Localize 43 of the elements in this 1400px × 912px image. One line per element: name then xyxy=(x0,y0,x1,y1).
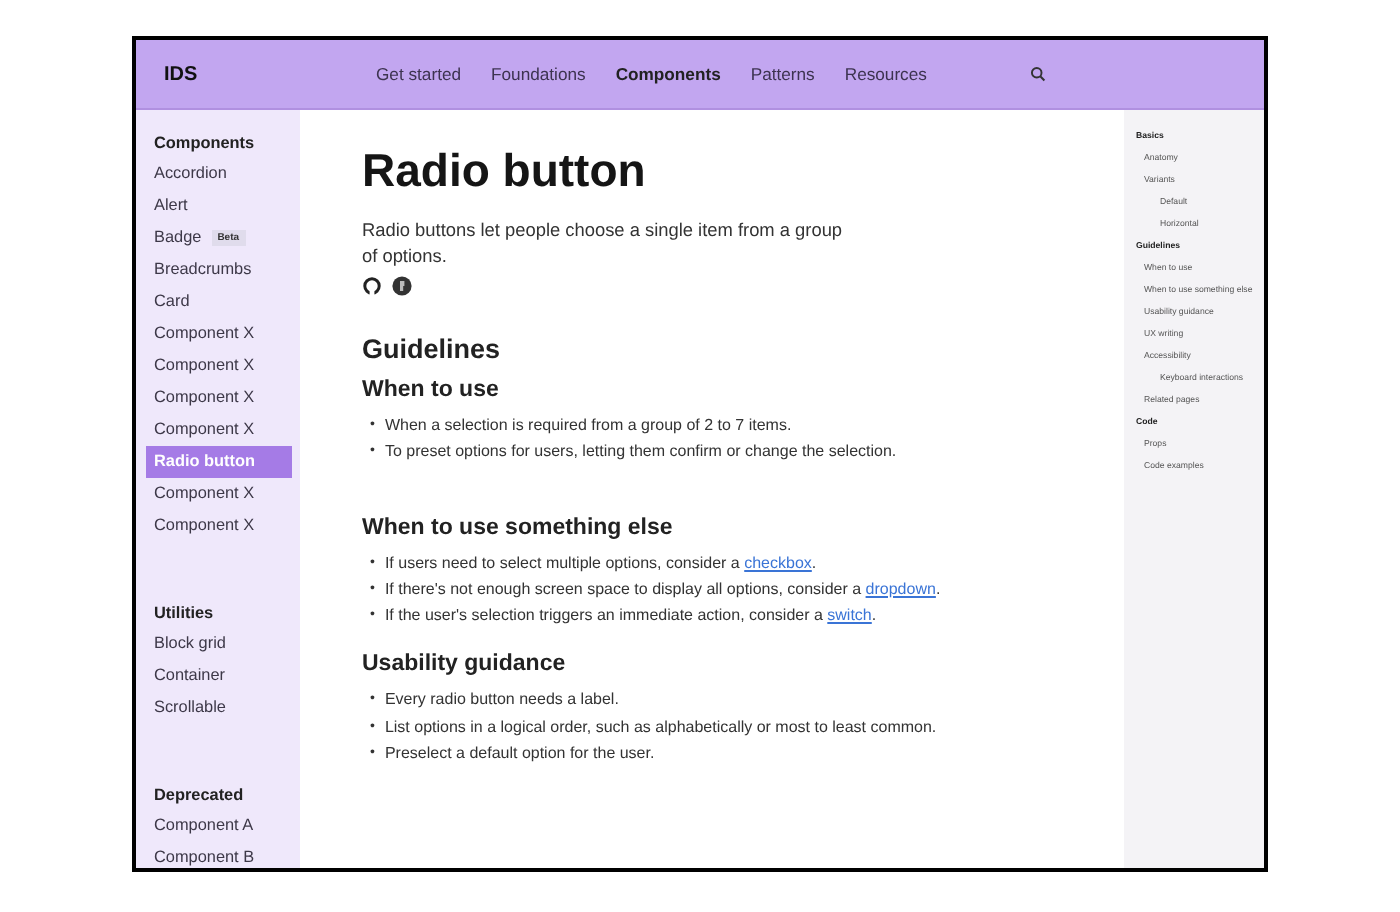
subsection-heading: When to use xyxy=(362,378,501,402)
bullet-text: Every radio button needs a label. xyxy=(384,688,619,713)
sidebar-item[interactable]: Card xyxy=(146,286,292,318)
sidebar-item[interactable]: Component A xyxy=(146,810,292,842)
sidebar-item[interactable]: Breadcrumbs xyxy=(146,254,292,286)
intro-text: Radio buttons let people choose a single item from a group of options. xyxy=(362,218,845,270)
bullet-text: If there's not enough screen space to display all options, consider a dropdown. xyxy=(384,577,941,602)
nav-link[interactable]: Components xyxy=(615,64,721,84)
bullet-text: If the user's selection triggers an immediate action, consider a switch. xyxy=(384,604,877,629)
sidebar-item[interactable]: Accordion xyxy=(146,158,292,190)
subsection-heading: Usability guidance xyxy=(362,652,568,677)
bullet-text: Preselect a default option for the user. xyxy=(384,742,655,767)
bullet-text: List options in a logical order, such as alphabetically or most to least common. xyxy=(384,715,937,740)
sidebar-heading: Components xyxy=(152,132,257,156)
nav-link[interactable]: Patterns xyxy=(750,64,815,84)
sidebar-item[interactable]: Component X xyxy=(146,510,292,542)
text-link[interactable]: dropdown xyxy=(865,579,936,598)
nav-link[interactable]: Resources xyxy=(844,64,927,84)
text-link[interactable]: checkbox xyxy=(744,553,812,572)
sidebar-item[interactable]: Scrollable xyxy=(146,692,292,724)
sidebar-heading: Deprecated xyxy=(152,784,246,808)
sidebar-item[interactable]: Container xyxy=(146,660,292,692)
subsection-heading: When to use something else xyxy=(362,515,675,540)
sidebar-item[interactable]: Component X xyxy=(146,382,292,414)
sidebar-item[interactable]: Component B xyxy=(146,842,292,868)
sidebar-item[interactable]: Component X xyxy=(146,478,292,510)
sidebar-item[interactable]: Component X xyxy=(146,350,292,382)
sidebar-item[interactable]: Block grid xyxy=(146,628,292,660)
sidebar-heading: Utilities xyxy=(152,602,216,626)
page-title: Radio button xyxy=(362,144,648,198)
section-heading: Guidelines xyxy=(362,334,503,364)
github-icon[interactable] xyxy=(362,276,382,296)
text-link[interactable]: switch xyxy=(827,606,872,625)
search-icon[interactable] xyxy=(1030,66,1047,82)
nav-link[interactable]: Get started xyxy=(376,64,462,84)
sidebar-item[interactable]: Component X xyxy=(146,414,292,446)
nav-link[interactable]: Foundations xyxy=(491,64,586,84)
sidebar-item[interactable]: Alert xyxy=(146,190,292,222)
bullet-text: To preset options for users, letting them confirm or change the selection. xyxy=(384,440,897,465)
logo-text[interactable]: IDS xyxy=(164,63,376,85)
bullet-text: When a selection is required from a group of 2 to 7 items. xyxy=(384,414,792,438)
sidebar-item[interactable]: Component X xyxy=(146,318,292,350)
bullet-text: If users need to select multiple options, consider a checkbox. xyxy=(384,551,817,576)
